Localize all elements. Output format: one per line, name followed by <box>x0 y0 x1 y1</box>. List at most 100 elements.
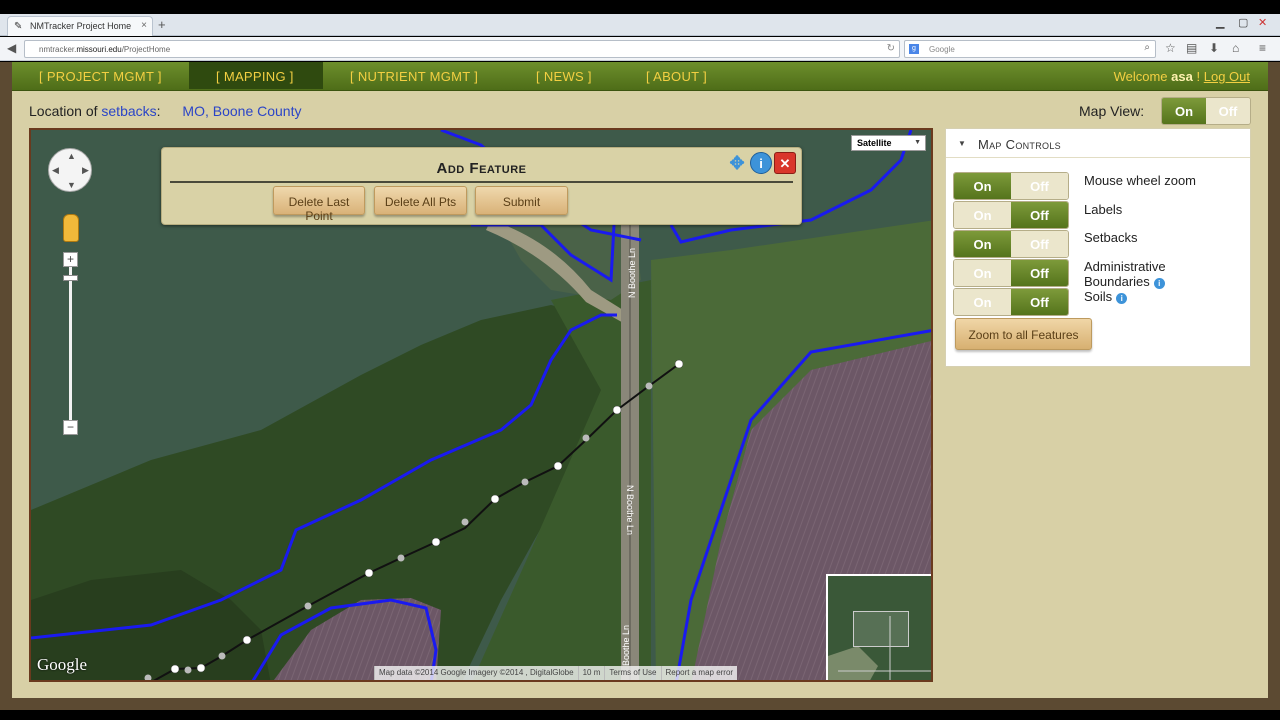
overview-map[interactable] <box>826 574 931 680</box>
map-attribution: Map data ©2014 Google Imagery ©2014 , Di… <box>374 666 738 680</box>
logout-link[interactable]: Log Out <box>1204 69 1250 84</box>
collapse-triangle-icon[interactable]: ▼ <box>958 139 966 148</box>
report-error-link[interactable]: Report a map error <box>660 666 738 680</box>
setbacks-label: Setbacks <box>1084 230 1138 245</box>
search-engine-icon[interactable]: g <box>909 44 919 54</box>
web-page: [ PROJECT MGMT ] [ MAPPING ] [ NUTRIENT … <box>0 62 1280 710</box>
admin-boundaries-toggle[interactable]: On Off <box>953 259 1069 287</box>
map-controls-title: Map Controls <box>978 137 1061 152</box>
labels-off[interactable]: Off <box>1011 202 1068 228</box>
chevron-down-icon: ▼ <box>914 139 921 146</box>
county-link[interactable]: MO, Boone County <box>182 103 301 119</box>
admin-boundaries-on[interactable]: On <box>954 260 1011 286</box>
nav-project-mgmt[interactable]: [ PROJECT MGMT ] <box>32 62 162 89</box>
reading-list-icon[interactable]: ▤ <box>1186 41 1197 55</box>
menu-icon[interactable]: ≡ <box>1259 41 1266 55</box>
mouse-wheel-zoom-label: Mouse wheel zoom <box>1084 173 1196 188</box>
road-label-2: N Boothe Ln <box>625 485 635 535</box>
site-navigation: [ PROJECT MGMT ] [ MAPPING ] [ NUTRIENT … <box>12 62 1268 91</box>
setbacks-off[interactable]: Off <box>1011 231 1068 257</box>
soils-on[interactable]: On <box>954 289 1011 315</box>
zoom-slider-track[interactable] <box>69 258 72 428</box>
setbacks-link[interactable]: setbacks <box>101 103 156 119</box>
pan-up-icon[interactable]: ▲ <box>67 151 76 161</box>
address-bar[interactable]: nmtracker.missouri.edu/ProjectHome ↻ <box>24 40 900 58</box>
map-view-toggle[interactable]: On Off <box>1161 97 1251 125</box>
soils-off[interactable]: Off <box>1011 289 1068 315</box>
soils-info-icon[interactable]: i <box>1116 293 1128 304</box>
map-view-on[interactable]: On <box>1162 98 1206 124</box>
welcome-message: Welcome asa ! Log Out <box>1114 69 1250 84</box>
map-view-off[interactable]: Off <box>1206 98 1250 124</box>
admin-boundaries-info-icon[interactable]: i <box>1153 278 1165 289</box>
admin-boundaries-label: Administrative Boundaries i <box>1084 259 1194 289</box>
location-line: Location of setbacks: MO, Boone County <box>29 103 301 119</box>
welcome-prefix: Welcome <box>1113 69 1168 84</box>
terms-link[interactable]: Terms of Use <box>604 666 660 680</box>
url-host: nmtracker. <box>39 45 77 54</box>
zoom-slider-handle[interactable] <box>63 275 78 281</box>
road-label-3: Boothe Ln <box>621 625 631 666</box>
mouse-wheel-zoom-on[interactable]: On <box>954 173 1011 199</box>
nav-mapping[interactable]: [ MAPPING ] <box>189 62 323 89</box>
setbacks-toggle[interactable]: On Off <box>953 230 1069 258</box>
add-feature-title: Add Feature <box>436 160 527 177</box>
delete-all-points-button[interactable]: Delete All Pts <box>374 186 467 215</box>
map-controls-header[interactable]: ▼ Map Controls <box>946 129 1250 158</box>
google-logo: Google <box>37 655 88 674</box>
overview-viewport[interactable] <box>853 611 909 647</box>
tab-strip: ✎ NMTracker Project Home × + ▁ ▢ ✕ <box>0 14 1280 36</box>
setbacks-on[interactable]: On <box>954 231 1011 257</box>
zoom-to-all-features-button[interactable]: Zoom to all Features <box>955 318 1092 350</box>
browser-tab[interactable]: ✎ NMTracker Project Home × <box>7 16 153 36</box>
soils-label: Soils i <box>1084 289 1128 304</box>
delete-last-point-button[interactable]: Delete Last Point <box>273 186 365 223</box>
new-tab-icon[interactable]: + <box>158 17 166 32</box>
search-icon[interactable]: ⌕ <box>1144 42 1150 53</box>
bottom-letterbox <box>0 710 1280 720</box>
location-prefix: Location of <box>29 103 98 119</box>
admin-boundaries-off[interactable]: Off <box>1011 260 1068 286</box>
map-view-label: Map View: <box>1079 103 1145 119</box>
tab-favicon-icon: ✎ <box>14 21 23 32</box>
maximize-icon[interactable]: ▢ <box>1238 16 1248 30</box>
pan-left-icon[interactable]: ◀ <box>52 165 59 176</box>
map-type-select[interactable]: Satellite ▼ <box>851 135 926 151</box>
soils-text: Soils <box>1084 289 1113 304</box>
top-letterbox <box>0 0 1280 14</box>
scale-bar: 10 m <box>577 666 605 680</box>
back-icon[interactable]: ◀ <box>7 41 16 55</box>
tab-close-icon[interactable]: × <box>141 20 147 31</box>
mouse-wheel-zoom-toggle[interactable]: On Off <box>953 172 1069 200</box>
url-path: /ProjectHome <box>121 45 171 54</box>
url-domain: missouri.edu <box>76 45 122 54</box>
home-icon[interactable]: ⌂ <box>1232 41 1239 55</box>
nav-news[interactable]: [ NEWS ] <box>536 62 592 89</box>
labels-toggle[interactable]: On Off <box>953 201 1069 229</box>
browser-navbar: ◀ nmtracker.missouri.edu/ProjectHome ↻ g… <box>0 37 1280 61</box>
pan-down-icon[interactable]: ▼ <box>67 180 76 190</box>
zoom-in-button[interactable]: + <box>63 252 78 267</box>
nav-about[interactable]: [ ABOUT ] <box>646 62 707 89</box>
pan-control[interactable]: ▲ ▼ ◀ ▶ <box>48 148 92 192</box>
map-canvas[interactable]: N Boothe Ln N Boothe Ln Boothe Ln Satell… <box>29 128 933 682</box>
mouse-wheel-zoom-off[interactable]: Off <box>1011 173 1068 199</box>
bookmark-star-icon[interactable]: ☆ <box>1165 41 1176 55</box>
map-controls-panel: ▼ Map Controls On Off Mouse wheel zoom O… <box>945 128 1251 367</box>
reload-icon[interactable]: ↻ <box>887 43 895 54</box>
nav-nutrient-mgmt[interactable]: [ NUTRIENT MGMT ] <box>350 62 478 89</box>
street-view-pegman-icon[interactable] <box>63 214 79 242</box>
pan-right-icon[interactable]: ▶ <box>82 165 89 176</box>
window-close-icon[interactable]: ✕ <box>1258 16 1267 30</box>
add-feature-dialog: ✥ i ✕ Add Feature Delete Last Point Dele… <box>161 147 802 225</box>
submit-button[interactable]: Submit <box>475 186 568 215</box>
search-placeholder: Google <box>929 45 955 54</box>
minimize-icon[interactable]: ▁ <box>1216 16 1224 30</box>
download-icon[interactable]: ⬇ <box>1209 41 1219 55</box>
labels-on[interactable]: On <box>954 202 1011 228</box>
zoom-out-button[interactable]: − <box>63 420 78 435</box>
soils-toggle[interactable]: On Off <box>953 288 1069 316</box>
road-label-1: N Boothe Ln <box>627 248 637 298</box>
main-content: Location of setbacks: MO, Boone County M… <box>12 91 1268 698</box>
search-input[interactable]: g Google ⌕ <box>904 40 1156 58</box>
